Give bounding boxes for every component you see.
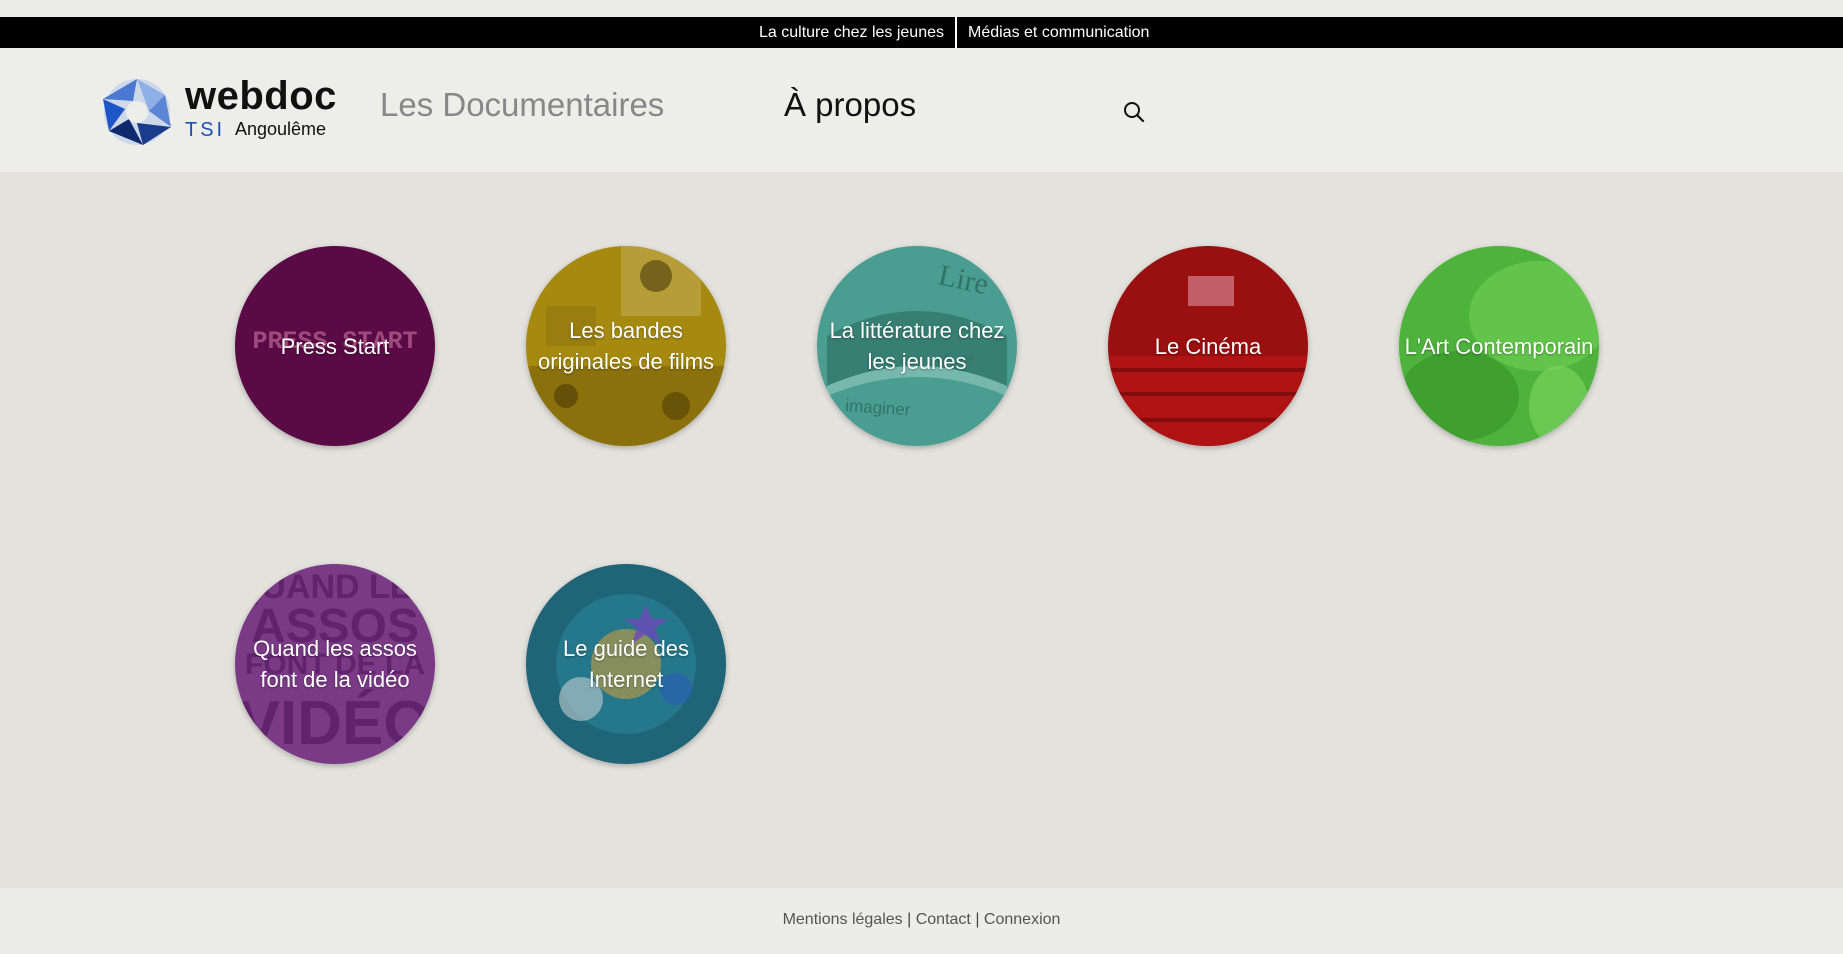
doc-art-contemporain[interactable]: L'Art Contemporain: [1399, 246, 1599, 446]
logo-city: Angoulême: [235, 119, 327, 139]
doc-cinema[interactable]: Le Cinéma: [1108, 246, 1308, 446]
doc-label: Le guide des Internet: [563, 636, 689, 692]
site-footer: Mentions légales | Contact | Connexion: [0, 888, 1843, 954]
site-header: webdoc TSI Angoulême Les Documentaires À…: [0, 48, 1843, 172]
doc-label: La littérature chez les jeunes: [829, 318, 1005, 374]
doc-label: Quand les assos font de la vidéo: [253, 636, 417, 692]
footer-link-connexion[interactable]: Connexion: [984, 911, 1061, 928]
doc-press-start[interactable]: PRESS START Press Start: [235, 246, 435, 446]
aperture-logo-icon: [103, 79, 171, 145]
doc-litterature[interactable]: Lire rêver imaginer La littérature chez …: [817, 246, 1017, 446]
topbar-link-medias[interactable]: Médias et communication: [957, 17, 1160, 48]
documentaries-grid: PRESS START Press Start Les bandes origi…: [0, 172, 1843, 888]
footer-link-contact[interactable]: Contact: [916, 911, 971, 928]
footer-separator: |: [907, 911, 912, 928]
top-bar: La culture chez les jeunes Médias et com…: [0, 17, 1843, 48]
doc-label: Press Start: [280, 333, 390, 359]
doc-guide-internet[interactable]: Le guide des Internet: [526, 564, 726, 764]
footer-separator: |: [975, 911, 980, 928]
footer-link-mentions[interactable]: Mentions légales: [783, 911, 903, 928]
logo-name: webdoc: [185, 74, 337, 118]
nav-about[interactable]: À propos: [784, 86, 916, 124]
doc-assos-video[interactable]: QUAND LES ASSOS FONT DE LA VIDÉO Quand l…: [235, 564, 435, 764]
nav-documentaries[interactable]: Les Documentaires: [380, 86, 664, 124]
logo-tsi: TSI: [185, 119, 226, 141]
top-bar-links: La culture chez les jeunes Médias et com…: [748, 17, 1160, 48]
doc-label: Le Cinéma: [1154, 333, 1262, 359]
doc-label: L'Art Contemporain: [1404, 333, 1594, 359]
search-icon[interactable]: [1122, 100, 1146, 124]
footer-links: Mentions légales | Contact | Connexion: [0, 911, 1843, 929]
doc-bandes-originales[interactable]: Les bandes originales de films: [526, 246, 726, 446]
site-logo[interactable]: webdoc TSI Angoulême: [99, 74, 336, 147]
doc-label: Les bandes originales de films: [537, 318, 715, 374]
topbar-link-culture[interactable]: La culture chez les jeunes: [748, 17, 955, 48]
top-strip: [0, 0, 1843, 17]
